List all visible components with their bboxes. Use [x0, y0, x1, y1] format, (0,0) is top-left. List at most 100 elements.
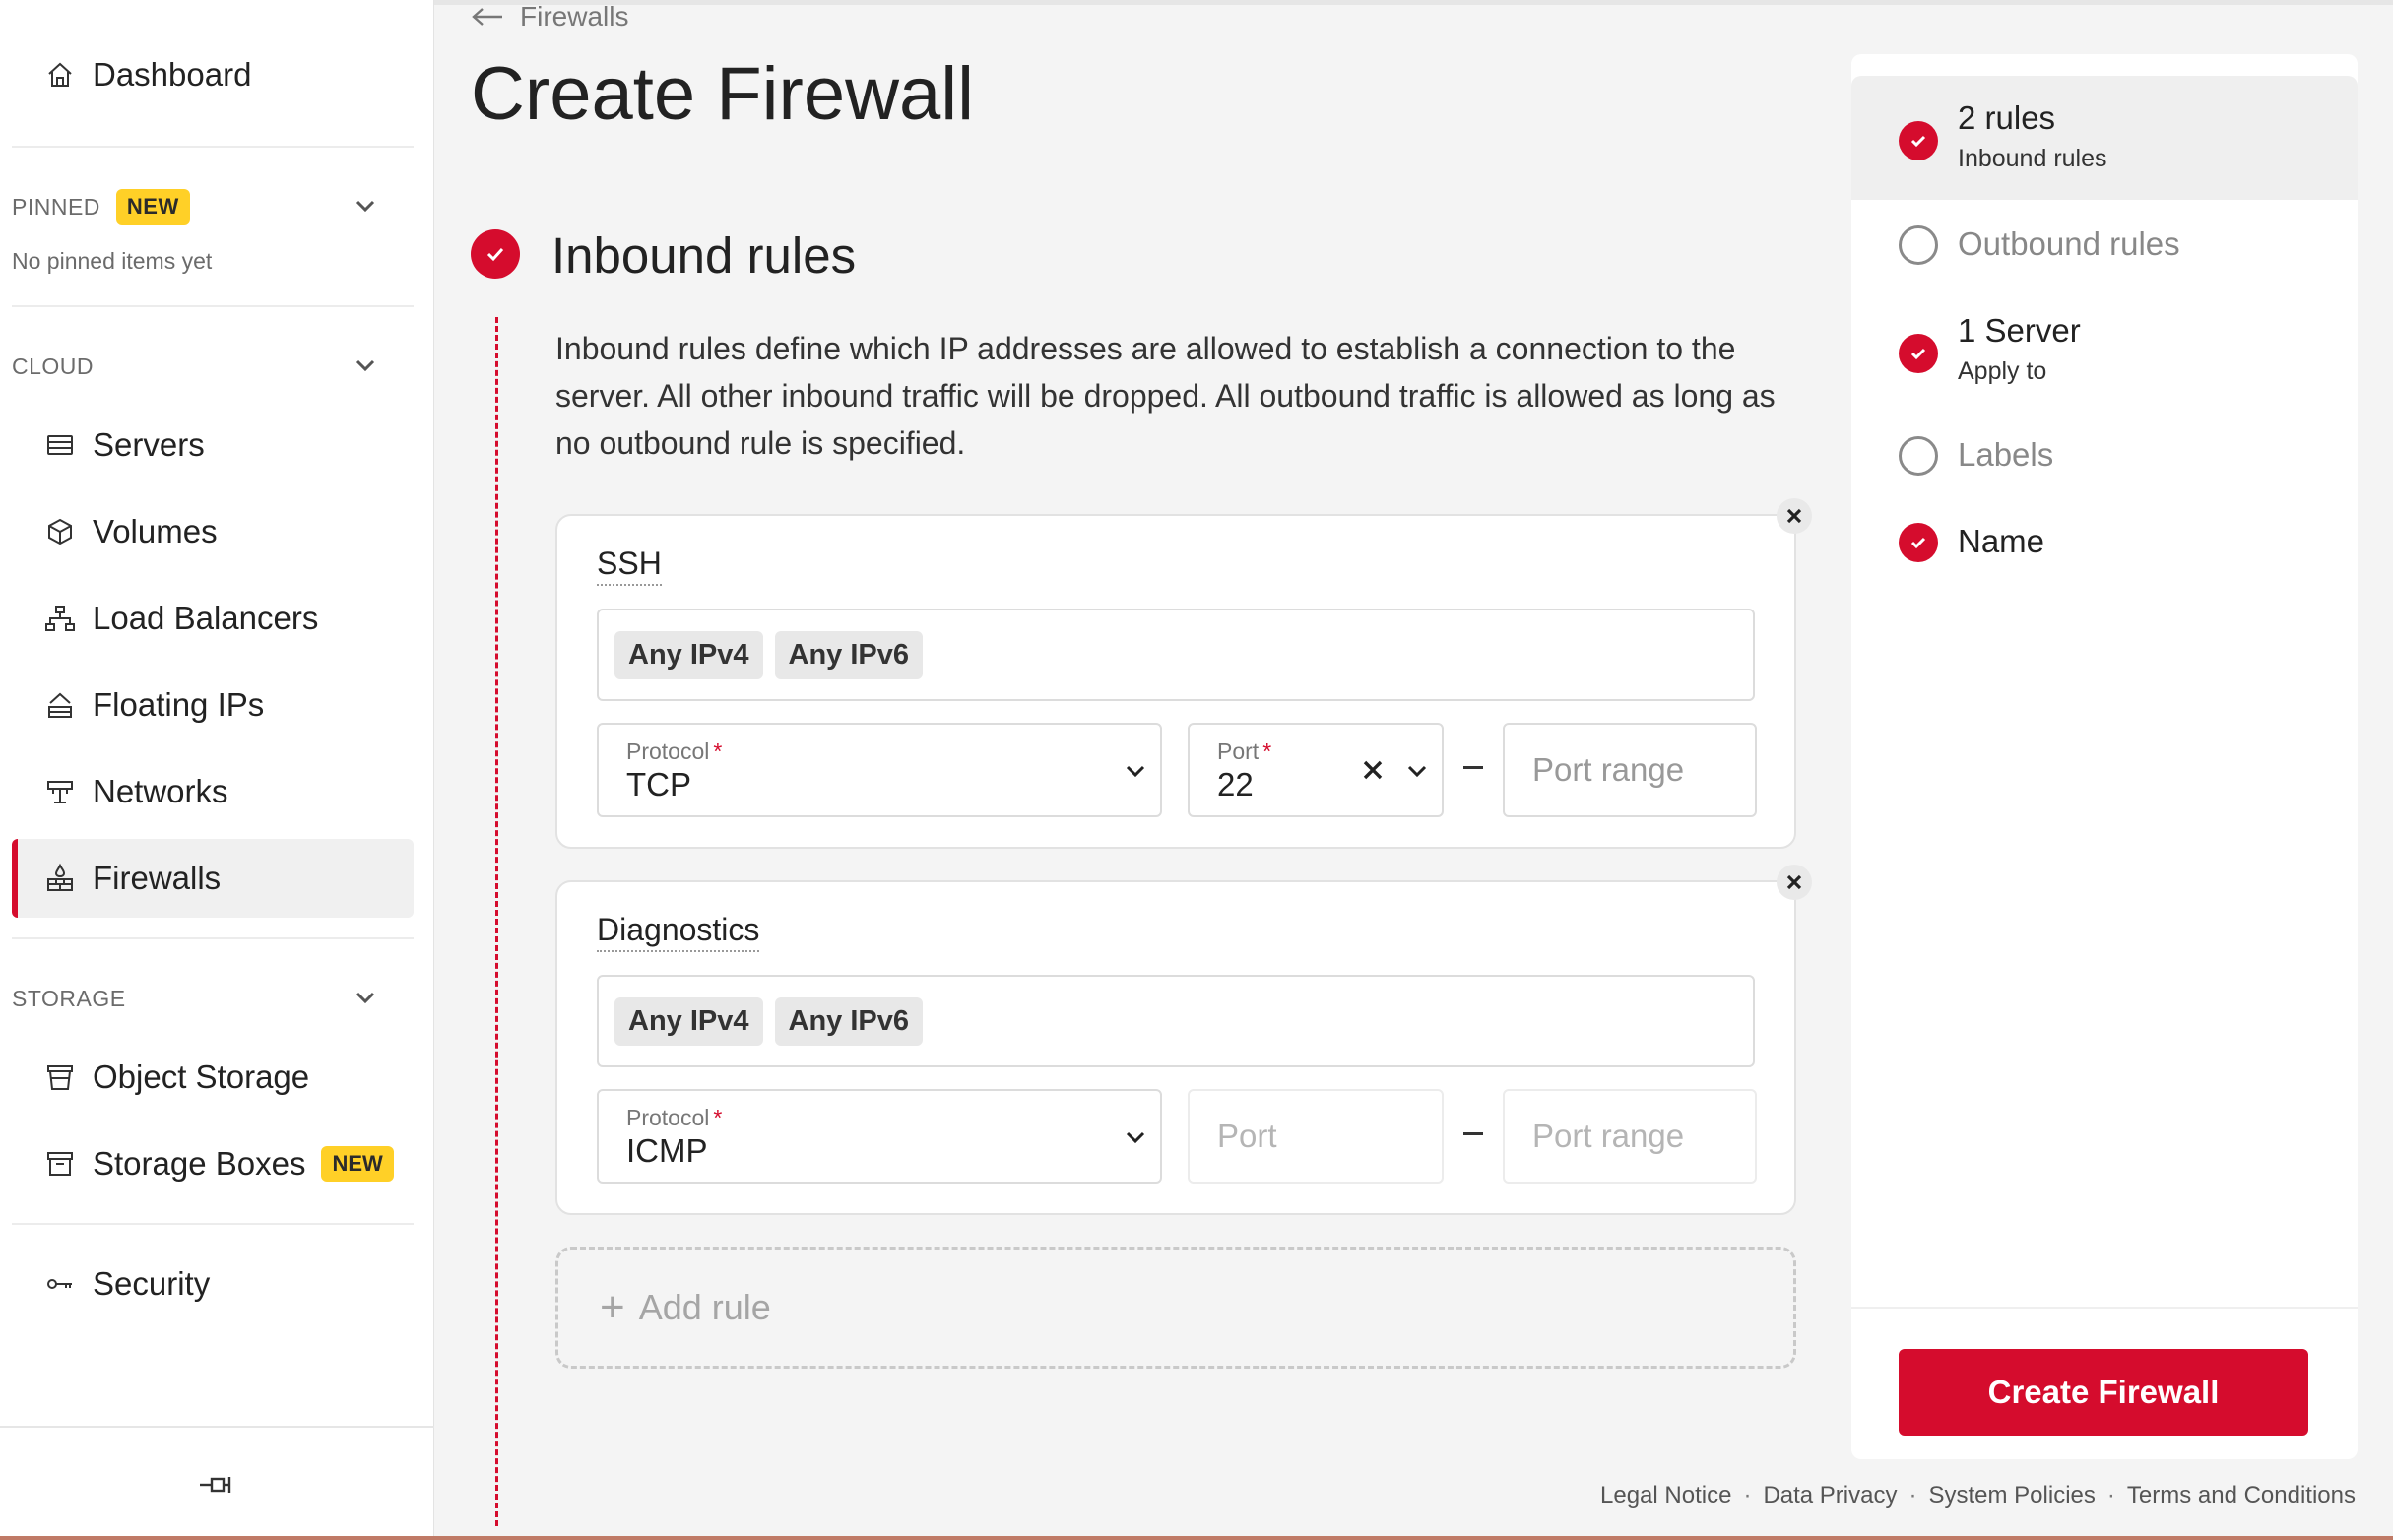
summary-step-name[interactable]: Name: [1851, 499, 2358, 586]
add-rule-button[interactable]: + Add rule: [555, 1247, 1796, 1369]
sidebar-item-networks[interactable]: Networks: [12, 752, 414, 831]
rule-card: SSH Any IPv4 Any IPv6 Protocol * TCP Port…: [555, 498, 1812, 849]
summary-step-title: Labels: [1958, 436, 2054, 473]
footer-link-legal-notice[interactable]: Legal Notice: [1600, 1482, 1731, 1509]
key-icon: [43, 1267, 77, 1301]
sidebar-item-object-storage[interactable]: Object Storage: [12, 1038, 414, 1117]
sidebar-item-label: Networks: [93, 773, 228, 809]
source-ips-field[interactable]: Any IPv4 Any IPv6: [597, 609, 1755, 701]
port-range-input[interactable]: Port range: [1503, 723, 1757, 817]
port-value: 22: [1217, 766, 1254, 802]
breadcrumb[interactable]: Firewalls: [471, 0, 628, 33]
chevron-down-icon[interactable]: [353, 985, 378, 1010]
protocol-select[interactable]: Protocol * ICMP: [597, 1089, 1162, 1184]
pin-sidebar-icon[interactable]: [195, 1467, 234, 1503]
sidebar: Dashboard PINNED NEW No pinned items yet…: [0, 0, 434, 1540]
sidebar-footer-divider: [0, 1426, 434, 1428]
sidebar-item-security[interactable]: Security: [12, 1245, 414, 1323]
section-title: Inbound rules: [551, 227, 857, 284]
range-separator: [1463, 766, 1483, 769]
storage-box-icon: [43, 1147, 77, 1181]
source-ips-field[interactable]: Any IPv4 Any IPv6: [597, 975, 1755, 1067]
sidebar-item-label: Load Balancers: [93, 600, 319, 636]
sidebar-item-volumes[interactable]: Volumes: [12, 492, 414, 571]
source-chip[interactable]: Any IPv6: [774, 630, 923, 679]
home-icon: [43, 58, 77, 92]
sidebar-item-label: Object Storage: [93, 1059, 310, 1095]
breadcrumb-link[interactable]: Firewalls: [520, 1, 628, 32]
source-chip[interactable]: Any IPv6: [774, 996, 923, 1046]
summary-panel: 2 rules Inbound rules Outbound rules 1 S…: [1851, 54, 2358, 1459]
footer-link-terms[interactable]: Terms and Conditions: [2127, 1482, 2356, 1509]
chevron-down-icon: [1404, 758, 1430, 784]
sidebar-item-label: Volumes: [93, 513, 218, 549]
new-badge: NEW: [115, 189, 190, 225]
step-connector: [495, 317, 498, 1526]
summary-step-subtitle: Apply to: [1958, 357, 2047, 385]
section-description: Inbound rules define which IP addresses …: [555, 331, 1776, 461]
summary-step-inbound[interactable]: 2 rules Inbound rules: [1851, 76, 2358, 200]
protocol-select[interactable]: Protocol * TCP: [597, 723, 1162, 817]
sidebar-item-floating-ips[interactable]: Floating IPs: [12, 666, 414, 744]
source-chip[interactable]: Any IPv4: [614, 630, 763, 679]
footer-link-data-privacy[interactable]: Data Privacy: [1763, 1482, 1897, 1509]
sidebar-item-label: Firewalls: [93, 860, 222, 896]
empty-circle-icon: [1899, 436, 1938, 476]
footer-links: Legal Notice · Data Privacy · System Pol…: [1600, 1482, 2356, 1509]
clear-icon[interactable]: [1361, 758, 1387, 784]
summary-divider: [1851, 1307, 2358, 1309]
cloud-section-header[interactable]: CLOUD: [12, 347, 414, 386]
sidebar-divider: [12, 305, 414, 307]
sidebar-item-load-balancers[interactable]: Load Balancers: [12, 579, 414, 658]
close-icon: [1786, 874, 1802, 890]
rule-name[interactable]: SSH: [597, 545, 662, 586]
protocol-label: Protocol *: [626, 1105, 723, 1130]
remove-rule-button[interactable]: [1777, 498, 1812, 534]
sidebar-item-label: Servers: [93, 426, 205, 463]
rule-name[interactable]: Diagnostics: [597, 912, 760, 952]
summary-step-servers[interactable]: 1 Server Apply to: [1851, 289, 2358, 413]
remove-rule-button[interactable]: [1777, 865, 1812, 900]
sidebar-item-dashboard[interactable]: Dashboard: [12, 35, 414, 114]
add-rule-label: Add rule: [638, 1287, 771, 1327]
rule-card: Diagnostics Any IPv4 Any IPv6 Protocol * …: [555, 865, 1812, 1215]
footer-separator: ·: [1743, 1482, 1752, 1508]
chevron-down-icon[interactable]: [353, 193, 378, 219]
new-badge: NEW: [321, 1146, 394, 1182]
create-firewall-button[interactable]: Create Firewall: [1899, 1349, 2308, 1436]
port-input: Port: [1188, 1089, 1444, 1184]
source-chip[interactable]: Any IPv4: [614, 996, 763, 1046]
summary-step-labels[interactable]: Labels: [1851, 413, 2358, 499]
empty-circle-icon: [1899, 225, 1938, 265]
footer-separator: ·: [1908, 1482, 1917, 1508]
sidebar-item-storage-boxes[interactable]: Storage Boxes NEW: [12, 1124, 414, 1203]
network-icon: [43, 775, 77, 808]
range-separator: [1463, 1132, 1483, 1135]
cube-icon: [43, 515, 77, 548]
sidebar-item-label: Dashboard: [93, 56, 252, 93]
pinned-section-header[interactable]: PINNED NEW: [12, 187, 414, 226]
summary-step-outbound[interactable]: Outbound rules: [1851, 200, 2358, 289]
firewall-icon: [43, 862, 77, 895]
protocol-label: Protocol *: [626, 738, 723, 764]
protocol-value: TCP: [626, 766, 691, 802]
cloud-heading: CLOUD: [12, 353, 95, 379]
sidebar-divider: [12, 1223, 414, 1225]
port-select[interactable]: Port * 22: [1188, 723, 1444, 817]
sidebar-item-firewalls[interactable]: Firewalls: [12, 839, 414, 918]
sidebar-item-servers[interactable]: Servers: [12, 406, 414, 484]
check-circle-icon: [1899, 523, 1938, 562]
footer-separator: ·: [2106, 1482, 2115, 1508]
check-circle-icon: [1899, 121, 1938, 160]
page-title: Create Firewall: [471, 52, 975, 136]
storage-section-header[interactable]: STORAGE: [12, 979, 414, 1018]
arrow-left-icon: [472, 8, 502, 26]
check-circle-icon: [1899, 334, 1938, 373]
summary-step-title: 1 Server: [1958, 312, 2081, 349]
close-icon: [1786, 508, 1802, 524]
footer-link-system-policies[interactable]: System Policies: [1928, 1482, 2095, 1509]
chevron-down-icon: [1123, 758, 1148, 784]
summary-step-title: 2 rules: [1958, 99, 2056, 136]
bucket-icon: [43, 1060, 77, 1094]
chevron-down-icon[interactable]: [353, 353, 378, 378]
